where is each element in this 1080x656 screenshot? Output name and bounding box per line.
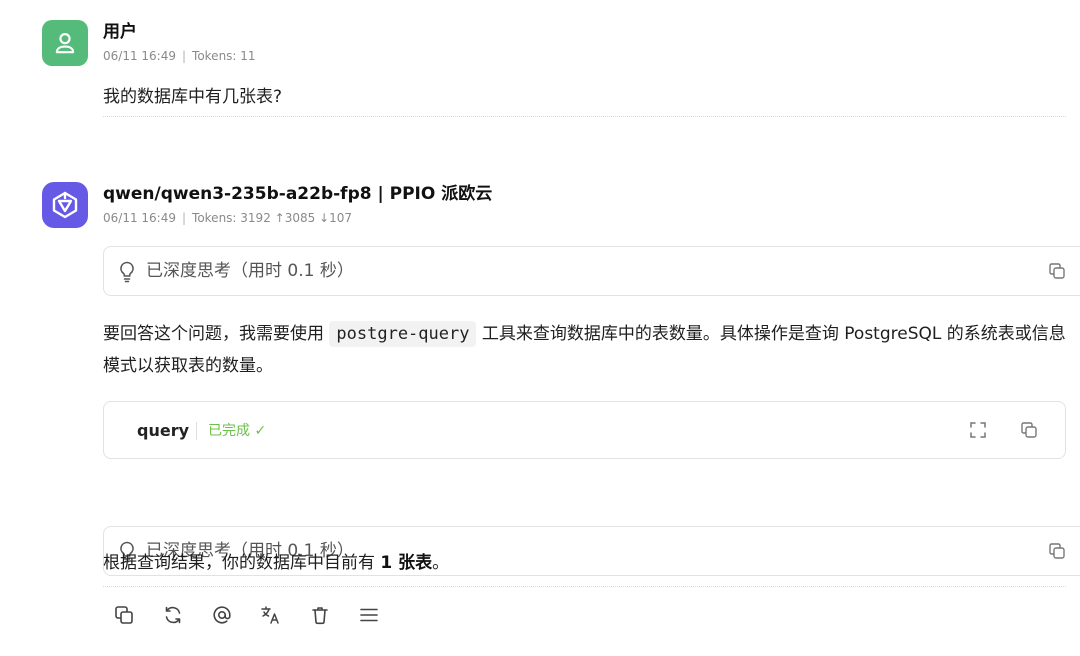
- answer-paragraph-2: 根据查询结果，你的数据库中目前有 1 张表。: [103, 550, 1066, 587]
- tool-status: 已完成 ✓: [208, 423, 267, 439]
- refresh-icon[interactable]: [160, 602, 186, 628]
- expand-icon[interactable]: [969, 421, 987, 439]
- assistant-tokens: Tokens: 3192: [192, 211, 271, 225]
- answer-2-bold: 1 张表: [380, 553, 433, 573]
- copy-icon[interactable]: [1020, 421, 1038, 439]
- copy-icon[interactable]: [1048, 262, 1066, 280]
- inline-code: postgre-query: [329, 321, 477, 347]
- tool-name: query: [137, 421, 190, 440]
- translate-icon[interactable]: [258, 602, 284, 628]
- tool-call-block[interactable]: query 已完成 ✓: [103, 401, 1066, 459]
- user-tokens: Tokens: 11: [192, 49, 256, 63]
- trash-icon[interactable]: [307, 602, 333, 628]
- user-meta: 06/11 16:49 | Tokens: 11: [103, 49, 256, 63]
- answer-paragraph-1: 要回答这个问题，我需要使用 postgre-query 工具来查询数据库中的表数…: [103, 318, 1066, 382]
- qwen-logo-icon: [49, 189, 81, 221]
- tool-divider: [196, 422, 197, 440]
- assistant-tokens-up: ↑3085: [274, 211, 316, 225]
- assistant-date: 06/11 16:49: [103, 211, 176, 225]
- user-date: 06/11 16:49: [103, 49, 176, 63]
- thinking-label-1: 已深度思考（用时 0.1 秒）: [146, 261, 354, 281]
- menu-icon[interactable]: [356, 602, 382, 628]
- user-text: 我的数据库中有几张表?: [103, 84, 1066, 117]
- assistant-message: qwen/qwen3-235b-a22b-fp8 | PPIO 派欧云 06/1…: [42, 182, 1080, 625]
- thinking-block-1[interactable]: 已深度思考（用时 0.1 秒）: [103, 246, 1080, 296]
- assistant-name: qwen/qwen3-235b-a22b-fp8 | PPIO 派欧云: [103, 184, 493, 204]
- answer-2-text-after: 。: [432, 553, 450, 573]
- lightbulb-icon: [118, 261, 136, 283]
- mention-icon[interactable]: [209, 602, 235, 628]
- answer-2-text-before: 根据查询结果，你的数据库中目前有: [103, 553, 381, 573]
- assistant-meta: 06/11 16:49 | Tokens: 3192 ↑3085 ↓107: [103, 211, 353, 225]
- assistant-avatar: [42, 182, 88, 228]
- user-icon: [52, 30, 78, 56]
- user-name: 用户: [103, 22, 137, 42]
- message-action-bar: [111, 602, 382, 628]
- answer-1-text-before: 要回答这个问题，我需要使用: [103, 324, 330, 344]
- user-avatar: [42, 20, 88, 66]
- assistant-tokens-down: ↓107: [319, 211, 353, 225]
- copy-icon[interactable]: [111, 602, 137, 628]
